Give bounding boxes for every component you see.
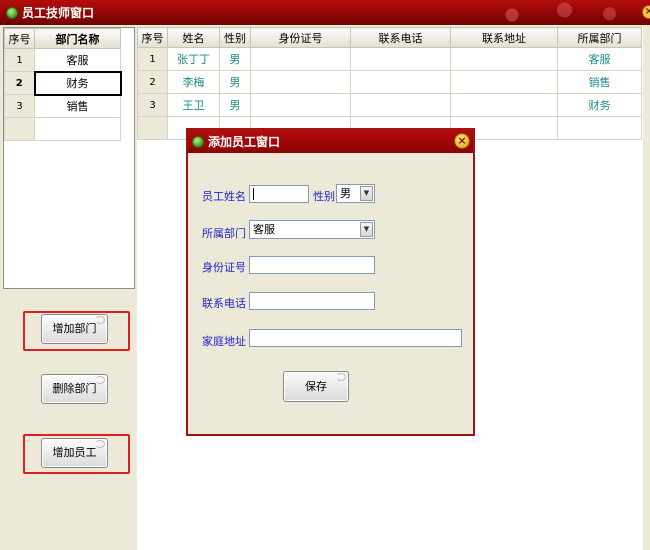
table-row[interactable]: 3 王卫 男 财务 xyxy=(137,93,642,117)
emp-row-phone[interactable] xyxy=(350,70,451,94)
dept-row-name[interactable]: 客服 xyxy=(34,48,121,72)
main-title-bar: 员工技师窗口 × xyxy=(0,0,650,25)
address-input[interactable] xyxy=(249,329,462,347)
emp-header-name[interactable]: 姓名 xyxy=(167,27,220,48)
chevron-down-icon[interactable]: ▼ xyxy=(360,222,373,237)
emp-row-id-number[interactable] xyxy=(250,93,351,117)
emp-row-name[interactable]: 张丁丁 xyxy=(167,47,220,71)
add-employee-label: 增加员工 xyxy=(52,446,97,459)
address-label: 家庭地址 xyxy=(202,335,246,348)
corner-curl-icon xyxy=(336,373,346,381)
gender-label: 性别 xyxy=(313,190,335,203)
emp-row-index: 2 xyxy=(137,70,168,94)
emp-header-address[interactable]: 联系地址 xyxy=(450,27,558,48)
emp-header-department[interactable]: 所属部门 xyxy=(557,27,642,48)
department-label: 所属部门 xyxy=(202,227,246,240)
emp-row-address[interactable] xyxy=(450,70,558,94)
text-caret xyxy=(253,188,254,200)
emp-row-id-number[interactable] xyxy=(250,47,351,71)
dept-row-index: 2 xyxy=(4,71,35,95)
emp-row-name[interactable]: 李梅 xyxy=(167,70,220,94)
table-row[interactable]: 1 张丁丁 男 客服 xyxy=(137,47,642,71)
emp-row-id-number[interactable] xyxy=(250,70,351,94)
department-table: 序号 部门名称 1 客服 2 财务 3 销售 xyxy=(4,28,122,141)
emp-row-phone[interactable] xyxy=(350,47,451,71)
dialog-app-icon xyxy=(192,135,204,148)
emp-row-index xyxy=(137,116,168,140)
delete-department-label: 删除部门 xyxy=(52,382,97,395)
add-department-button[interactable]: 增加部门 xyxy=(41,314,108,344)
emp-header-phone[interactable]: 联系电话 xyxy=(350,27,451,48)
emp-row-gender[interactable]: 男 xyxy=(219,47,251,71)
id-number-input[interactable] xyxy=(249,256,375,274)
dept-row-index: 3 xyxy=(4,94,35,118)
corner-curl-icon xyxy=(95,316,105,324)
dialog-title-bar[interactable]: 添加员工窗口 × xyxy=(188,130,473,153)
corner-curl-icon xyxy=(95,440,105,448)
department-select[interactable]: 客服 ▼ xyxy=(249,220,375,239)
id-number-label: 身份证号 xyxy=(202,261,246,274)
emp-row-address[interactable] xyxy=(450,47,558,71)
table-row[interactable]: 1 客服 xyxy=(4,48,121,72)
add-employee-dialog: 添加员工窗口 × 员工姓名 性别 男 ▼ 所属部门 客服 ▼ 身份证号 联系电话… xyxy=(186,128,475,436)
save-button[interactable]: 保存 xyxy=(283,371,349,402)
delete-department-button[interactable]: 删除部门 xyxy=(41,374,108,404)
table-row[interactable]: 2 李梅 男 销售 xyxy=(137,70,642,94)
save-label: 保存 xyxy=(305,380,327,393)
employee-name-label: 员工姓名 xyxy=(202,190,246,203)
emp-row-name[interactable]: 王卫 xyxy=(167,93,220,117)
dept-header-index[interactable]: 序号 xyxy=(4,28,35,49)
add-employee-button[interactable]: 增加员工 xyxy=(41,438,108,468)
title-decoration xyxy=(482,0,632,25)
emp-header-index[interactable]: 序号 xyxy=(137,27,168,48)
chevron-down-icon[interactable]: ▼ xyxy=(360,186,373,201)
dept-row-name[interactable]: 销售 xyxy=(34,94,121,118)
emp-header-gender[interactable]: 性别 xyxy=(219,27,251,48)
table-row[interactable]: 2 财务 xyxy=(4,70,122,96)
table-row-empty[interactable] xyxy=(4,117,121,141)
dialog-title: 添加员工窗口 xyxy=(208,135,281,149)
emp-row-phone[interactable] xyxy=(350,93,451,117)
gender-value: 男 xyxy=(340,187,351,200)
dept-row-name-selected[interactable]: 财务 xyxy=(33,70,122,96)
emp-row-address[interactable] xyxy=(450,93,558,117)
department-table-panel: 序号 部门名称 1 客服 2 财务 3 销售 xyxy=(3,27,135,289)
add-department-label: 增加部门 xyxy=(52,322,97,335)
dept-header-name[interactable]: 部门名称 xyxy=(34,28,121,49)
employee-name-input[interactable] xyxy=(249,185,309,203)
app-icon xyxy=(6,6,18,19)
employee-table: 序号 姓名 性别 身份证号 联系电话 联系地址 所属部门 1 张丁丁 男 客服 … xyxy=(137,27,642,140)
emp-row-gender[interactable]: 男 xyxy=(219,70,251,94)
emp-row-index: 1 xyxy=(137,47,168,71)
close-icon[interactable]: × xyxy=(642,5,650,19)
dept-row-index: 1 xyxy=(4,48,35,72)
close-icon[interactable]: × xyxy=(454,133,470,149)
emp-row-department[interactable]: 客服 xyxy=(557,47,642,71)
dept-row-name[interactable] xyxy=(34,117,121,141)
dept-row-index xyxy=(4,117,35,141)
emp-row-gender[interactable]: 男 xyxy=(219,93,251,117)
phone-label: 联系电话 xyxy=(202,297,246,310)
emp-header-id-number[interactable]: 身份证号 xyxy=(250,27,351,48)
phone-input[interactable] xyxy=(249,292,375,310)
emp-row-department[interactable]: 财务 xyxy=(557,93,642,117)
department-value: 客服 xyxy=(253,223,275,236)
dialog-body: 员工姓名 性别 男 ▼ 所属部门 客服 ▼ 身份证号 联系电话 家庭地址 保存 xyxy=(188,153,473,434)
window-title: 员工技师窗口 xyxy=(22,6,95,20)
emp-row-index: 3 xyxy=(137,93,168,117)
emp-row-department[interactable] xyxy=(557,116,642,140)
table-row[interactable]: 3 销售 xyxy=(4,94,121,118)
corner-curl-icon xyxy=(95,376,105,384)
gender-select[interactable]: 男 ▼ xyxy=(336,184,375,203)
emp-row-department[interactable]: 销售 xyxy=(557,70,642,94)
